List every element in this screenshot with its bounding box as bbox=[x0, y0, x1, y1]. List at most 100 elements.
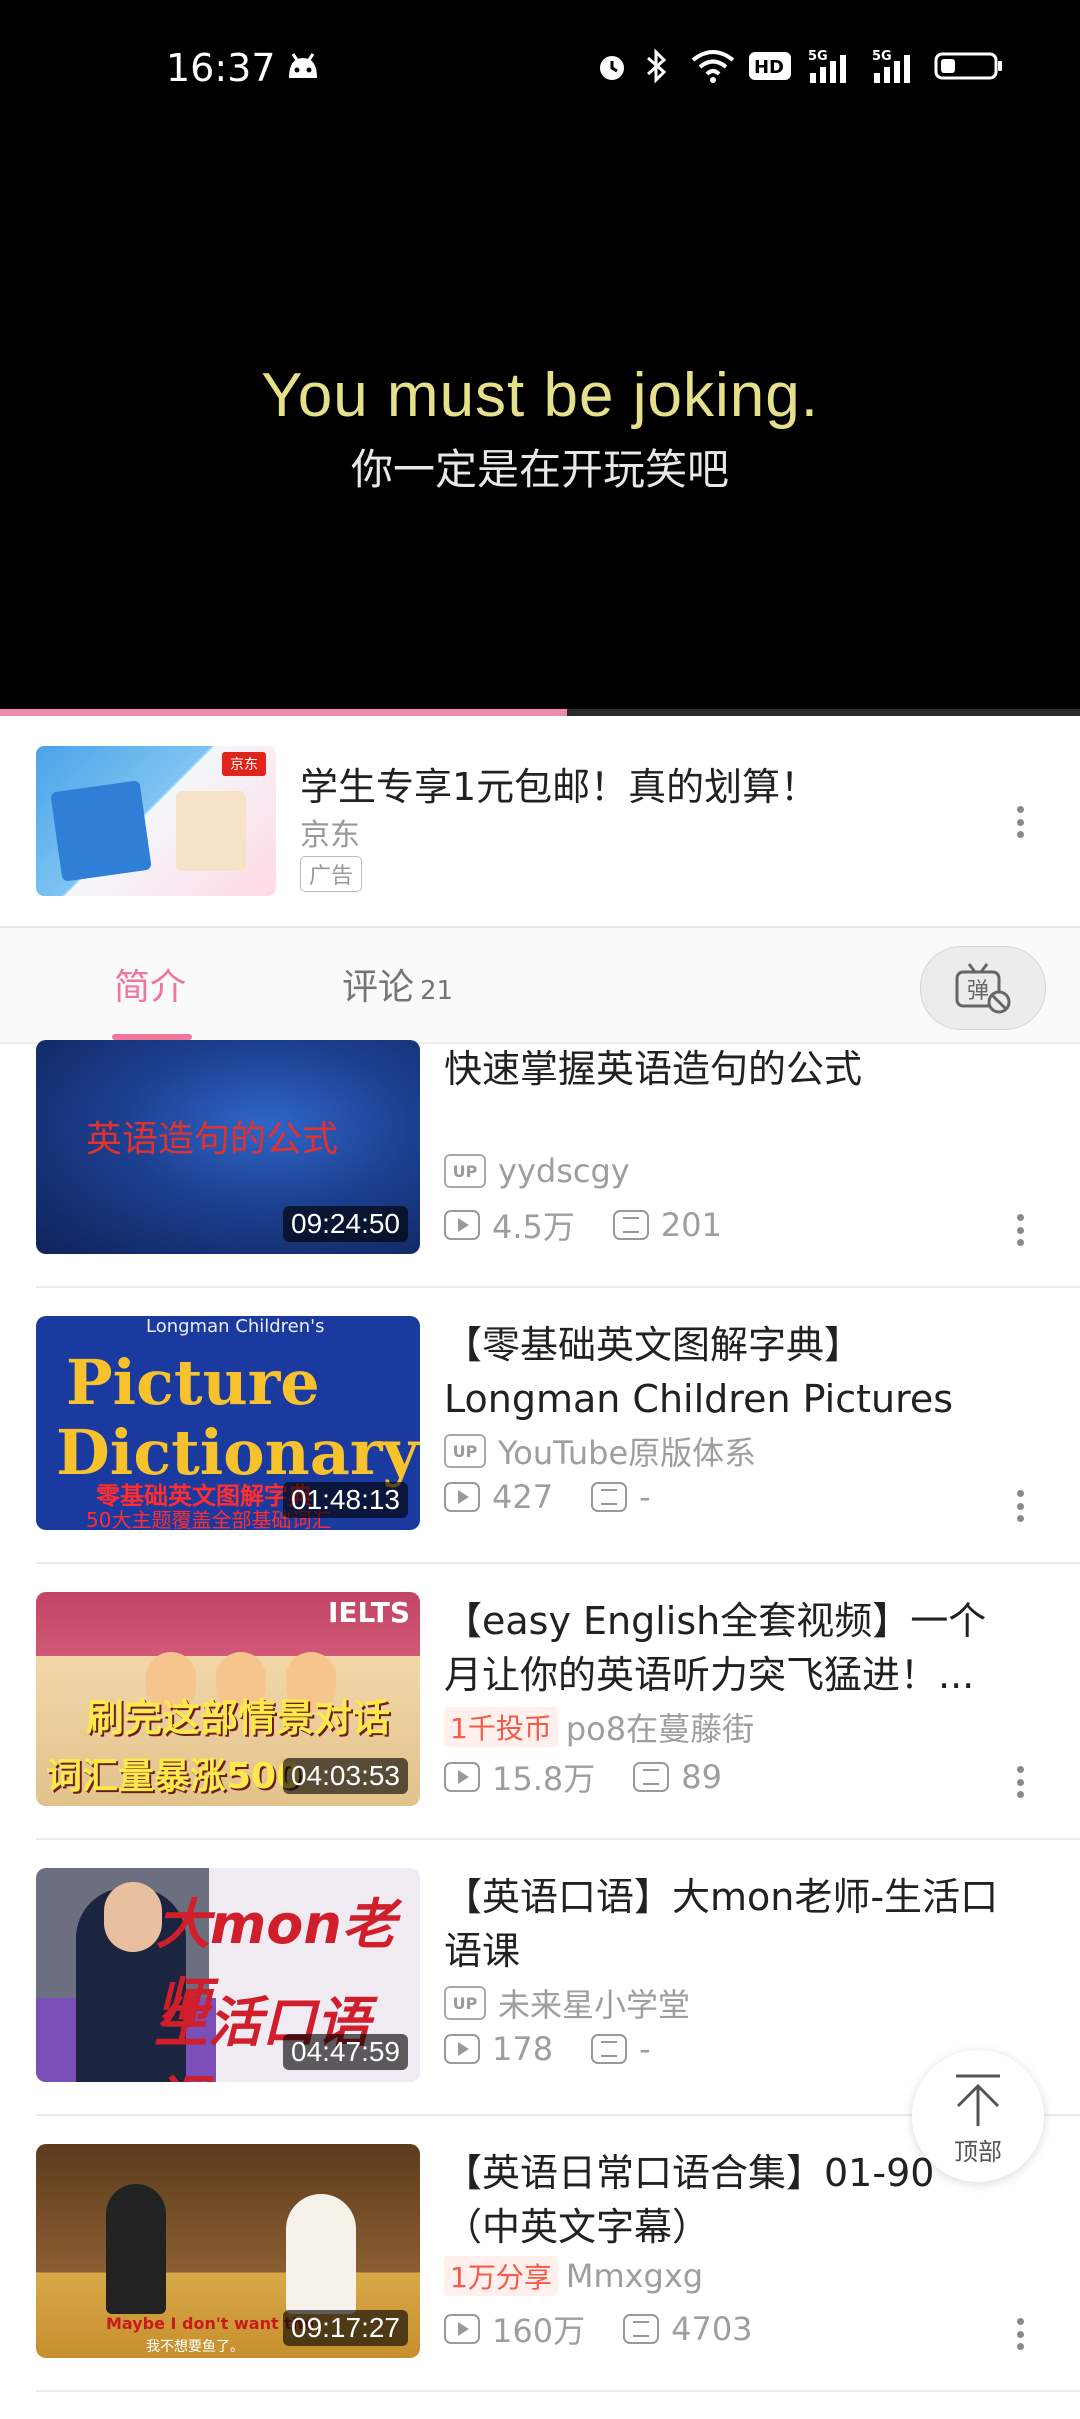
danmaku-count-icon bbox=[591, 1482, 628, 1512]
stats-line: 178 - bbox=[444, 2030, 651, 2068]
wifi-icon bbox=[690, 48, 736, 84]
video-duration: 09:17:27 bbox=[283, 2310, 408, 2346]
stats-line: 160万 4703 bbox=[444, 2306, 753, 2352]
video-thumbnail[interactable]: 大mon老师 生活口语课 04:47:59 bbox=[36, 1868, 420, 2082]
tab-comments[interactable]: 评论 21 bbox=[342, 958, 453, 1010]
thumbnail-text: 刷完这部情景对话 bbox=[86, 1696, 391, 1740]
stats-line: 15.8万 89 bbox=[444, 1754, 722, 1800]
up-badge-icon: UP bbox=[444, 1986, 486, 2020]
video-thumbnail[interactable]: 英语造句的公式 09:24:50 bbox=[36, 1040, 420, 1254]
video-progress-bar[interactable] bbox=[0, 709, 1080, 716]
video-duration: 01:48:13 bbox=[283, 1482, 408, 1518]
danmaku-count: 89 bbox=[681, 1758, 722, 1796]
video-player[interactable]: 16:37 HD 5G 5G You must be joking. 你一定是在… bbox=[0, 0, 1080, 716]
play-count: 4.5万 bbox=[492, 1208, 575, 1246]
danmaku-count-icon bbox=[612, 1210, 649, 1240]
back-to-top-label: 顶部 bbox=[954, 2138, 1002, 2166]
video-progress-fill bbox=[0, 709, 567, 716]
ad-title[interactable]: 学生专享1元包邮！真的划算！ bbox=[300, 756, 818, 811]
danmaku-count: - bbox=[639, 1478, 651, 1516]
video-title[interactable]: 【零基础英文图解字典】Longman Children Pictures Di.… bbox=[444, 1318, 1024, 1426]
danmaku-count-icon bbox=[623, 2314, 660, 2344]
play-count: 178 bbox=[492, 2030, 554, 2068]
subtitle-english: You must be joking. bbox=[261, 361, 819, 430]
tab-intro[interactable]: 简介 bbox=[114, 958, 186, 1010]
thumbnail-text: 我不想要鱼了。 bbox=[146, 2339, 244, 2355]
tab-comments-count: 21 bbox=[420, 976, 454, 1006]
play-count: 427 bbox=[492, 1478, 554, 1516]
uploader-name[interactable]: 未来星小学堂 bbox=[498, 1980, 690, 2026]
video-title[interactable]: 【easy English全套视频】一个月让你的英语听力突飞猛进！... bbox=[444, 1594, 1024, 1702]
hot-tag-badge: 1万分享 bbox=[444, 2256, 558, 2296]
play-count-icon bbox=[444, 1762, 480, 1792]
battery-icon bbox=[934, 48, 1004, 84]
hot-tag-badge: 1千投币 bbox=[444, 1707, 558, 1747]
danmaku-count-icon bbox=[633, 1762, 670, 1792]
stats-line: 4.5万 201 bbox=[444, 1202, 722, 1248]
danmaku-toggle-button[interactable]: 弹 bbox=[920, 946, 1046, 1030]
signal-5g-icon: 5G bbox=[870, 48, 920, 84]
more-options-icon[interactable] bbox=[1005, 2318, 1035, 2350]
thumbnail-text: IELTS bbox=[327, 1596, 410, 1629]
up-badge-icon: UP bbox=[444, 1434, 486, 1468]
more-options-icon[interactable] bbox=[1005, 1490, 1035, 1522]
ad-banner[interactable]: 京东 学生专享1元包邮！真的划算！ 京东 广告 bbox=[0, 716, 1080, 926]
bluetooth-icon bbox=[640, 48, 674, 84]
video-duration: 04:03:53 bbox=[283, 1758, 408, 1794]
uploader-line: 1千投币 po8在蔓藤街 bbox=[444, 1704, 754, 1750]
divider bbox=[36, 1286, 1080, 1288]
list-item[interactable]: IELTS 刷完这部情景对话 词汇量暴涨500 04:03:53 【easy E… bbox=[0, 1592, 1080, 1867]
svg-text:5G: 5G bbox=[808, 49, 828, 64]
more-options-icon[interactable] bbox=[1005, 806, 1035, 838]
svg-text:5G: 5G bbox=[872, 49, 892, 64]
ad-label-badge: 广告 bbox=[300, 856, 363, 892]
danmaku-count: 201 bbox=[660, 1206, 722, 1244]
uploader-line: 1万分享 Mmxgxg bbox=[444, 2256, 703, 2296]
svg-text:HD: HD bbox=[754, 57, 784, 78]
uploader-name[interactable]: po8在蔓藤街 bbox=[566, 1704, 754, 1750]
status-bar: 16:37 HD 5G 5G bbox=[0, 0, 1080, 140]
video-title[interactable]: 【英语口语】大mon老师-生活口语课 bbox=[444, 1870, 1024, 1978]
stats-line: 427 - bbox=[444, 1478, 651, 1516]
divider bbox=[36, 2390, 1080, 2392]
hd-voice-icon: HD bbox=[748, 48, 792, 84]
arrow-up-icon bbox=[956, 2074, 1000, 2126]
play-count-icon bbox=[444, 1210, 480, 1240]
video-thumbnail[interactable]: Maybe I don't want the 我不想要鱼了。 09:17:27 bbox=[36, 2144, 420, 2358]
thumbnail-text: Picture bbox=[66, 1346, 320, 1419]
tab-comments-label: 评论 bbox=[342, 967, 415, 1008]
more-options-icon[interactable] bbox=[1005, 1214, 1035, 1246]
list-item[interactable]: Maybe I don't want the 我不想要鱼了。 09:17:27 … bbox=[0, 2144, 1080, 2419]
uploader-name[interactable]: Mmxgxg bbox=[566, 2257, 703, 2295]
danmaku-count: 4703 bbox=[671, 2310, 753, 2348]
video-thumbnail[interactable]: Longman Children's Picture Dictionary 零基… bbox=[36, 1316, 420, 1530]
video-title[interactable]: 【英语日常口语合集】01-90（中英文字幕） bbox=[444, 2146, 944, 2254]
uploader-line: UP 未来星小学堂 bbox=[444, 1980, 690, 2026]
ad-thumb-tag: 京东 bbox=[222, 752, 266, 776]
uploader-line: UP yydscgy bbox=[444, 1152, 630, 1190]
video-thumbnail[interactable]: IELTS 刷完这部情景对话 词汇量暴涨500 04:03:53 bbox=[36, 1592, 420, 1806]
subtitle-chinese: 你一定是在开玩笑吧 bbox=[350, 445, 729, 494]
play-count: 15.8万 bbox=[492, 1760, 596, 1798]
video-duration: 04:47:59 bbox=[283, 2034, 408, 2070]
play-count: 160万 bbox=[492, 2312, 586, 2350]
back-to-top-button[interactable]: 顶部 bbox=[912, 2050, 1044, 2182]
list-item[interactable]: 英语造句的公式 09:24:50 快速掌握英语造句的公式 UP yydscgy … bbox=[0, 1040, 1080, 1315]
alarm-icon bbox=[592, 48, 632, 84]
video-title[interactable]: 快速掌握英语造句的公式 bbox=[444, 1042, 1024, 1096]
uploader-name[interactable]: YouTube原版体系 bbox=[498, 1428, 756, 1474]
status-time: 16:37 bbox=[166, 46, 276, 90]
ad-thumbnail[interactable]: 京东 bbox=[36, 746, 276, 896]
danmaku-count-icon bbox=[591, 2034, 628, 2064]
uploader-line: UP YouTube原版体系 bbox=[444, 1428, 756, 1474]
signal-5g-icon: 5G bbox=[806, 48, 856, 84]
play-count-icon bbox=[444, 2034, 480, 2064]
more-options-icon[interactable] bbox=[1005, 1766, 1035, 1798]
svg-text:弹: 弹 bbox=[967, 979, 989, 1004]
android-robot-icon bbox=[282, 48, 324, 84]
list-item[interactable]: Longman Children's Picture Dictionary 零基… bbox=[0, 1316, 1080, 1591]
uploader-name[interactable]: yydscgy bbox=[498, 1152, 630, 1190]
thumbnail-text: 词汇量暴涨500 bbox=[46, 1756, 302, 1797]
up-badge-icon: UP bbox=[444, 1154, 486, 1188]
tab-bar: 简介 评论 21 弹 bbox=[0, 928, 1080, 1044]
